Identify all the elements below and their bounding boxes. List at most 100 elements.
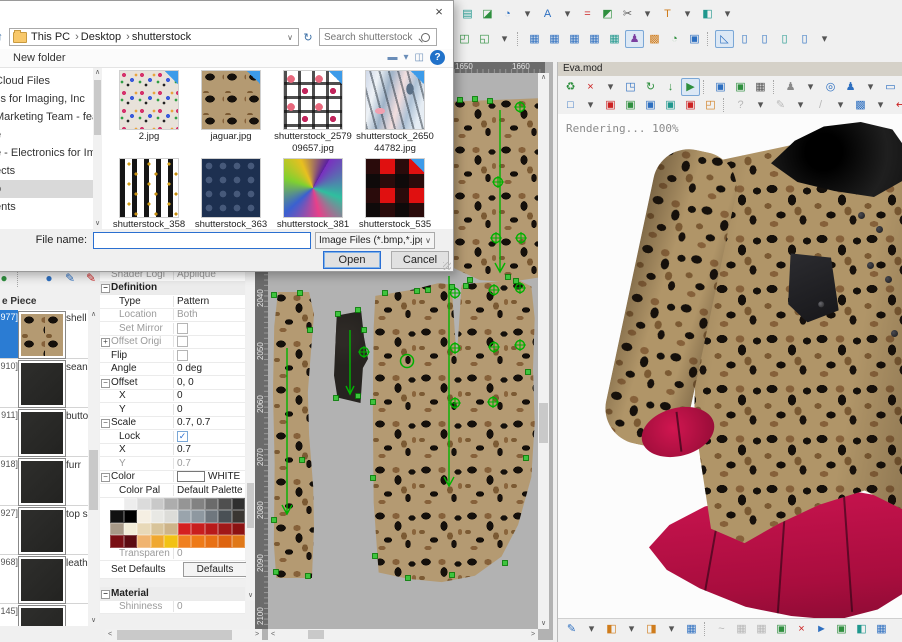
property-value[interactable]: 0 [173,390,245,401]
dropdown-icon[interactable]: ▾ [678,5,697,23]
palette-swatch[interactable] [137,510,151,523]
file-item[interactable]: shutterstock_265044782.jpg [354,70,436,156]
property-value[interactable]: Pattern [173,296,245,307]
file-item[interactable]: shutterstock_257909657.jpg [272,70,354,156]
download-icon[interactable]: ↓ [661,78,680,96]
scrollbar-thumb[interactable] [89,450,98,510]
palette-swatch[interactable] [164,498,178,511]
pattern-piece-row[interactable]: 977] shell [0,310,88,359]
file-thumbnail[interactable] [284,71,342,129]
up-folder-icon[interactable]: ↑ [0,28,9,46]
scroll-right-icon[interactable]: > [252,629,262,640]
cube-red-icon[interactable]: ▣ [601,96,620,114]
dropdown-icon[interactable]: ▾ [831,96,850,114]
dropdown-icon[interactable]: ▾ [815,30,834,48]
piece-thumbnail[interactable] [19,410,65,456]
measure-icon[interactable]: A [538,5,557,23]
frame-icon[interactable]: ▣ [711,78,730,96]
palette-swatch[interactable] [164,523,178,536]
resize-grip[interactable] [443,262,451,270]
ruler-icon[interactable]: ◺ [715,30,734,48]
address-bar[interactable]: This PCDesktopshutterstock ∨ [9,28,299,46]
pattern-piece-row[interactable]: 918] furr [0,457,88,506]
page-copy-alt-icon[interactable]: ◨ [642,620,661,638]
palette-swatch[interactable] [191,535,205,548]
pattern-piece-back[interactable] [372,280,538,598]
piece-thumbnail[interactable] [19,606,65,626]
calculator-icon[interactable]: ▦ [605,30,624,48]
property-row[interactable]: Material [100,587,245,601]
palette-swatch[interactable] [164,510,178,523]
palette-swatch[interactable] [218,523,232,536]
piece-list-scrollbar[interactable]: ∧ ∨ [88,310,99,626]
page-copy-icon[interactable]: ◧ [602,620,621,638]
palette-swatch[interactable] [205,523,219,536]
palette-swatch[interactable] [110,510,124,523]
property-value[interactable] [173,336,245,347]
palette-swatch[interactable] [151,510,165,523]
breadcrumb-item[interactable]: Desktop [81,31,130,43]
dropdown-icon[interactable]: ▾ [871,96,890,114]
horizontal-scrollbar[interactable]: < > [268,629,538,640]
scrollbar-thumb[interactable] [117,630,232,640]
property-row[interactable]: Scale 0.7, 0.7 [100,417,245,431]
piece-thumbnail[interactable] [19,361,65,407]
property-row[interactable]: Angle 0 deg [100,363,245,377]
panel-icon[interactable]: ▯ [755,30,774,48]
scrollbar-thumb[interactable] [94,80,101,135]
scroll-down-icon[interactable]: ∨ [93,219,102,229]
dropdown-icon[interactable]: ▾ [581,96,600,114]
cut-icon[interactable]: ✂ [618,5,637,23]
file-item[interactable]: shutterstock_363 [190,158,272,229]
dropdown-icon[interactable]: ▾ [558,5,577,23]
file-item[interactable]: jaguar.jpg [190,70,272,156]
table-icon[interactable]: ▦ [682,620,701,638]
property-value[interactable]: 0 deg [173,363,245,374]
scroll-left-icon[interactable]: < [105,629,115,640]
dropdown-icon[interactable]: ▾ [638,5,657,23]
palette-swatch[interactable] [110,523,124,536]
file-thumbnail[interactable] [284,159,342,217]
scroll-right-icon[interactable]: > [528,629,538,640]
property-row[interactable]: Offset Origi [100,336,245,350]
file-item[interactable]: shutterstock_358 [108,158,190,229]
property-row[interactable]: Lock [100,430,245,444]
palette-swatch[interactable] [137,535,151,548]
expander-icon[interactable] [100,471,111,482]
search-box[interactable] [319,28,437,46]
dropdown-icon[interactable]: ▾ [751,96,770,114]
validate-icon[interactable]: ▣ [832,620,851,638]
nav-folder-item[interactable]: Cloud Files [0,72,93,90]
dropdown-icon[interactable]: ▾ [801,78,820,96]
line-icon[interactable]: / [811,96,830,114]
browse-icon[interactable]: ◔ [498,5,517,23]
dropdown-icon[interactable]: ▾ [791,96,810,114]
breadcrumb-item[interactable]: shutterstock [132,31,191,43]
grid-icon[interactable]: ▦ [752,620,771,638]
help-button[interactable]: ? [430,50,445,65]
property-row[interactable]: Shininess 0 [100,601,245,615]
scroll-left-icon[interactable]: < [268,629,278,640]
close-icon[interactable]: × [430,4,448,20]
sync-icon[interactable]: ↻ [641,78,660,96]
palette-swatch[interactable] [137,523,151,536]
pattern-piece-front[interactable] [452,98,538,282]
palette-swatch[interactable] [191,498,205,511]
scrollbar-thumb[interactable] [539,403,548,443]
palette-swatch[interactable] [178,510,192,523]
palette-swatch[interactable] [151,498,165,511]
palette-swatch[interactable] [191,523,205,536]
file-thumbnail[interactable] [120,159,178,217]
pattern-piece-side[interactable] [273,292,314,578]
person-icon[interactable]: ♟ [625,30,644,48]
clipboard-icon[interactable]: ▤ [458,5,477,23]
property-row[interactable]: X 0.7 [100,444,245,458]
image-alt-icon[interactable]: ◧ [698,5,717,23]
help-icon[interactable]: ? [731,96,750,114]
search-input[interactable] [320,31,421,44]
pattern-piece-row[interactable]: 910] sean [0,359,88,408]
property-row[interactable]: Flip [100,349,245,363]
palette-swatch[interactable] [178,523,192,536]
file-item[interactable]: shutterstock_535 [354,158,436,229]
file-thumbnail[interactable] [202,71,260,129]
